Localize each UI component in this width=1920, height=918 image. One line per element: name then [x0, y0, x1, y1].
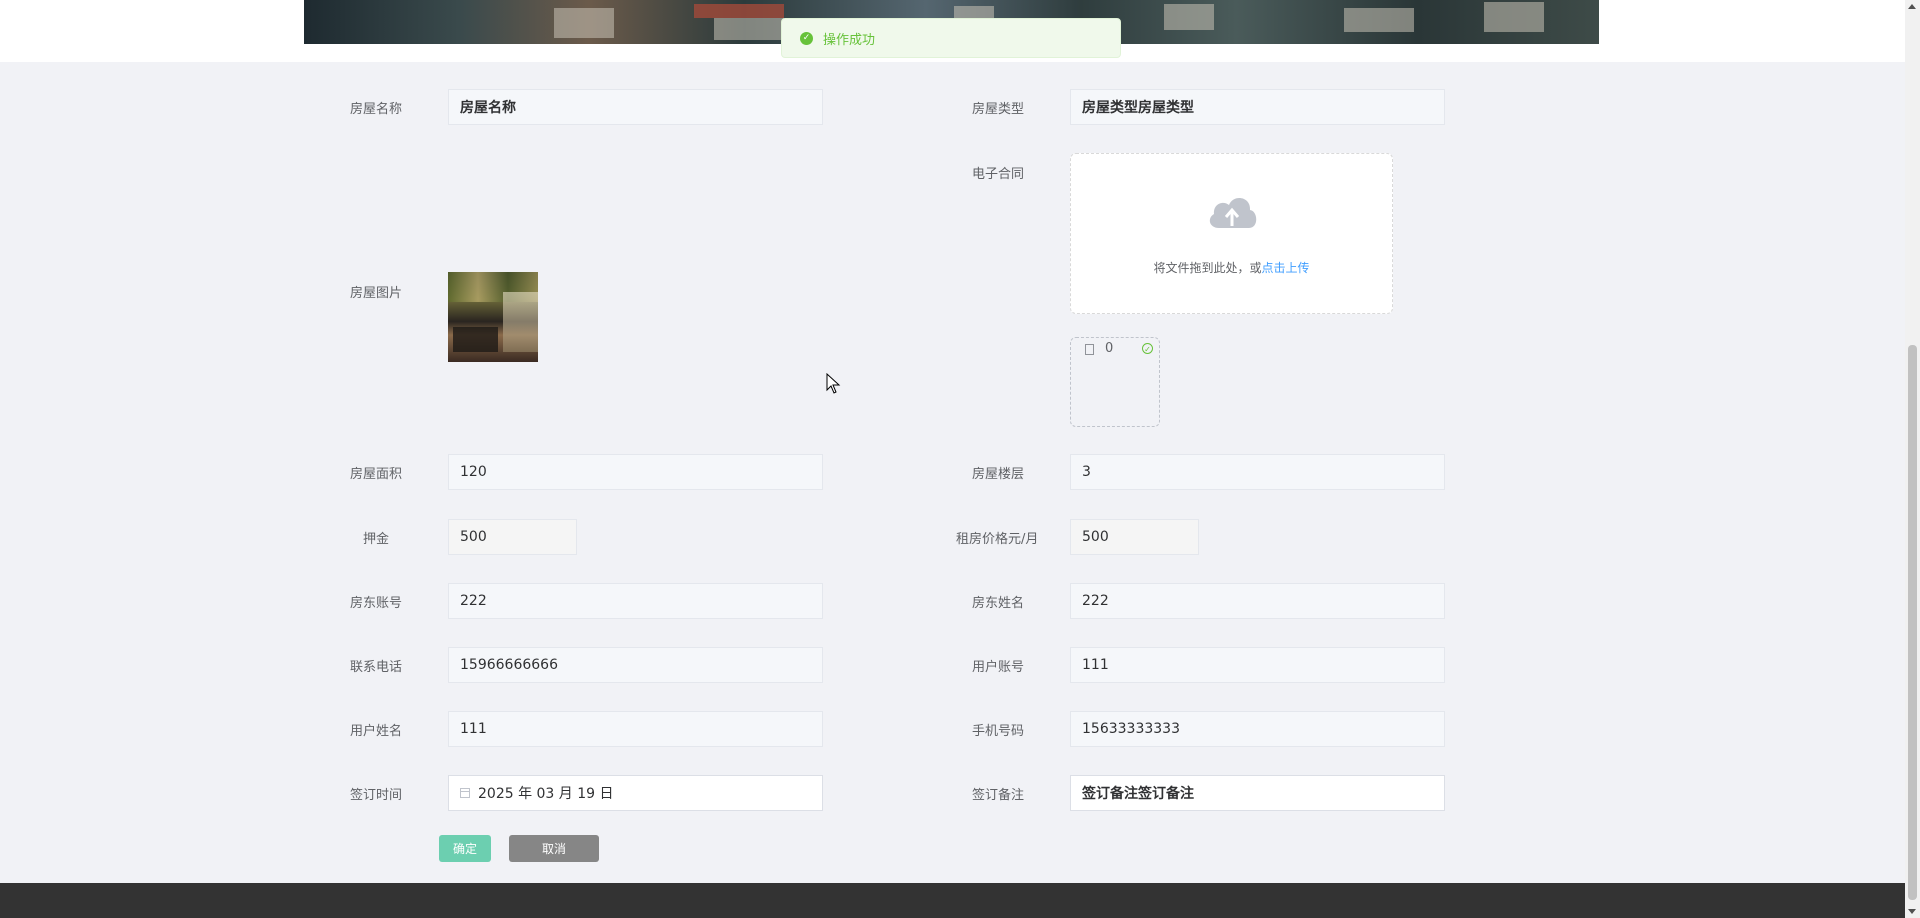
house-area-input[interactable]: 120: [448, 454, 823, 490]
success-toast: ✓ 操作成功: [781, 18, 1121, 58]
upload-cloud-icon: [1209, 197, 1257, 228]
dropzone-text: 将文件拖到此处，或点击上传: [1071, 259, 1392, 276]
calendar-icon: [460, 788, 470, 798]
mouse-cursor-icon: [826, 373, 841, 394]
user-name-label: 用户姓名: [350, 724, 403, 739]
contract-label: 电子合同: [972, 167, 1025, 182]
house-image-label: 房屋图片: [350, 286, 403, 301]
landlord-name-label: 房东姓名: [972, 596, 1025, 611]
contact-phone-input[interactable]: 15966666666: [448, 647, 823, 683]
user-name-input[interactable]: 111: [448, 711, 823, 747]
contract-upload-dropzone[interactable]: 将文件拖到此处，或点击上传: [1070, 153, 1393, 314]
confirm-button[interactable]: 确定: [439, 835, 491, 862]
house-name-input[interactable]: 房屋名称: [448, 89, 823, 125]
mobile-input[interactable]: 15633333333: [1070, 711, 1445, 747]
document-icon: [1085, 344, 1094, 355]
user-account-label: 用户账号: [972, 660, 1025, 675]
uploaded-file-name: 0: [1105, 341, 1114, 356]
click-upload-link[interactable]: 点击上传: [1262, 261, 1310, 275]
user-account-input[interactable]: 111: [1070, 647, 1445, 683]
contact-phone-label: 联系电话: [350, 660, 403, 675]
house-name-label: 房屋名称: [350, 102, 403, 117]
page-scrollbar[interactable]: [1905, 0, 1920, 918]
sign-time-picker[interactable]: 2025 年 03 月 19 日: [448, 775, 823, 811]
page-footer: [0, 883, 1905, 918]
sign-time-label: 签订时间: [350, 788, 403, 803]
house-type-label: 房屋类型: [972, 102, 1025, 117]
deposit-label: 押金: [363, 532, 390, 547]
landlord-account-label: 房东账号: [350, 596, 403, 611]
success-icon: ✓: [800, 31, 813, 45]
landlord-account-input[interactable]: 222: [448, 583, 823, 619]
scroll-up-arrow-icon[interactable]: [1908, 4, 1916, 9]
rent-price-label: 租房价格元/月: [956, 532, 1039, 547]
scrollbar-thumb[interactable]: [1908, 345, 1917, 900]
rent-price-input[interactable]: 500: [1070, 519, 1199, 555]
house-floor-label: 房屋楼层: [972, 467, 1025, 482]
sign-time-value: 2025 年 03 月 19 日: [478, 786, 614, 802]
mobile-label: 手机号码: [972, 724, 1025, 739]
house-floor-input[interactable]: 3: [1070, 454, 1445, 490]
sign-note-label: 签订备注: [972, 788, 1025, 803]
check-circle-icon: ✓: [1142, 343, 1153, 354]
deposit-input[interactable]: 500: [448, 519, 577, 555]
cancel-button[interactable]: 取消: [509, 835, 599, 862]
house-image-thumbnail[interactable]: [448, 272, 538, 362]
landlord-name-input[interactable]: 222: [1070, 583, 1445, 619]
toast-message: 操作成功: [823, 32, 876, 48]
uploaded-file-card[interactable]: 0 ✓: [1070, 337, 1160, 427]
house-area-label: 房屋面积: [350, 467, 403, 482]
house-type-input[interactable]: 房屋类型房屋类型: [1070, 89, 1445, 125]
dropzone-hint: 将文件拖到此处，或: [1153, 261, 1262, 275]
scroll-down-arrow-icon[interactable]: [1908, 909, 1916, 914]
sign-note-input[interactable]: 签订备注签订备注: [1070, 775, 1445, 811]
